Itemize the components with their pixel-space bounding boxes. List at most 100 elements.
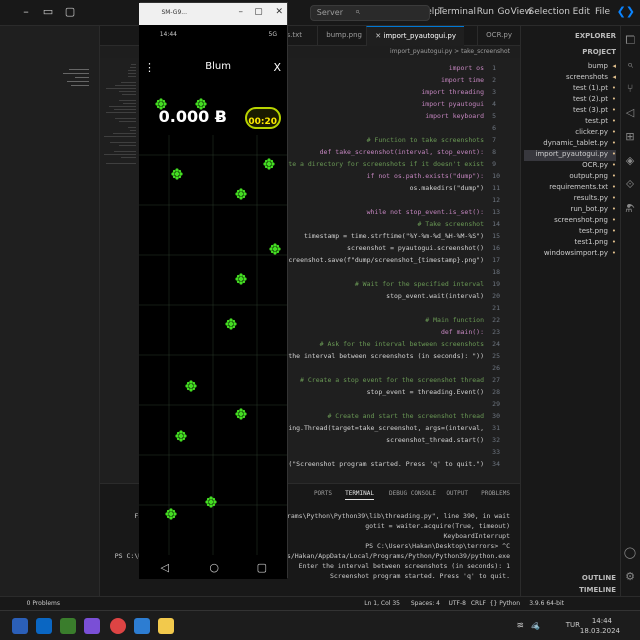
windows-start-icon[interactable] [12,618,28,634]
blum-drop-icon[interactable] [235,270,247,285]
tab-debug-console[interactable]: DEBUG CONSOLE [389,490,436,497]
folder-icon[interactable] [158,618,174,634]
explorer-item[interactable]: •test.pt [585,117,616,128]
terminal-line: KeyboardInterrupt [443,532,510,540]
explorer-item[interactable]: ▸bump [588,62,616,73]
status-cursor[interactable]: Ln 1, Col 35 [364,600,400,607]
explorer-icon[interactable]: ❐ [623,34,637,48]
tab-ports[interactable]: PORTS [314,490,332,497]
tab-import-pyautogui[interactable]: import_pyautogui.py ✕ [366,26,464,46]
back-button[interactable]: ◁ [161,561,169,574]
home-button[interactable]: ○ [209,561,219,574]
outline-section[interactable]: OUTLINE [582,574,616,582]
taskbar-time[interactable]: 14:44 [592,617,612,625]
search-icon[interactable]: ⌕ [623,58,637,72]
line-number: 1 [492,64,496,72]
menu-edit[interactable]: Edit [573,7,590,17]
close-icon[interactable]: ✕ [275,7,283,17]
blum-drop-icon[interactable] [185,377,197,392]
blum-drop-icon[interactable] [205,493,217,508]
explorer-item[interactable]: •screenshot.png [554,216,616,227]
run-debug-icon[interactable]: ▷ [623,106,637,120]
blum-drop-icon[interactable] [225,315,237,330]
secondary-sidebar [0,26,100,596]
blum-drop-icon[interactable] [269,240,281,255]
explorer-item[interactable]: •output.png [569,172,616,183]
testing-icon[interactable]: ⚗ [623,202,637,216]
line-number: 15 [492,232,500,240]
layout-toggle-icon[interactable]: ▢ [60,5,80,21]
minimap[interactable] [100,58,140,483]
menu-terminal[interactable]: Terminal [438,7,476,17]
minimize-button[interactable]: – [16,5,36,21]
code-line: screenshot = pyautogui.screenshot() [315,244,484,252]
gear-icon[interactable]: ⚙ [623,570,637,584]
recent-apps-button[interactable]: ▢ [257,561,267,574]
explorer-item[interactable]: ▸screenshots [566,73,616,84]
blum-drop-icon[interactable] [235,405,247,420]
remote-icon[interactable]: ⟐ [623,178,637,192]
minimize-icon[interactable]: – [239,7,244,17]
blum-drop-icon[interactable] [235,185,247,200]
tab-problems[interactable]: PROBLEMS [481,490,510,497]
edge-icon[interactable] [134,618,150,634]
status-problems[interactable]: 0 Problems [27,600,60,607]
tab-terminal[interactable]: TERMINAL [345,490,374,500]
explorer-item[interactable]: •test (2).pt [573,95,616,106]
blum-drop-icon[interactable] [195,95,207,110]
blum-drop-icon[interactable] [155,95,167,110]
blum-drop-icon[interactable] [171,165,183,180]
line-number: 19 [492,280,500,288]
explorer-item[interactable]: •run_bot.py [570,205,616,216]
extensions-icon[interactable]: ⊞ [623,130,637,144]
explorer-item[interactable]: •test (3).pt [573,106,616,117]
tab-bump-png[interactable]: bump.png [317,26,370,46]
blum-drop-icon[interactable] [263,155,275,170]
menu-go[interactable]: Go [498,7,510,17]
explorer-item[interactable]: •test.png [579,227,616,238]
wifi-icon[interactable]: ≋ [516,621,524,631]
account-icon[interactable]: ◯ [623,546,637,560]
status-encoding[interactable]: UTF-8 [449,600,467,607]
taskbar-date[interactable]: 18.03.2024 [580,627,620,635]
volume-icon[interactable]: 🔈 [529,621,540,631]
explorer-item[interactable]: •windowsimport.py [544,249,616,260]
explorer-item[interactable]: •import_pyautogui.py [524,150,616,161]
tab-ocr[interactable]: OCR.py [477,26,520,46]
maximize-icon[interactable]: ▢ [254,7,263,17]
status-indent[interactable]: Spaces: 4 [411,600,440,607]
phone-mirror-window[interactable]: ✕ ▢ – SM-G9... 14:44 5G X Blum ⋮ 00:20 0… [139,2,288,579]
blum-game-area[interactable]: 14:44 5G X Blum ⋮ 00:20 0.000 Ƀ [139,25,287,557]
taskbar-lang[interactable]: TUR [566,621,580,629]
vscode-icon[interactable] [36,618,52,634]
menu-view[interactable]: View [511,7,532,17]
tab-output[interactable]: OUTPUT [446,490,468,497]
code-line: import keyboard [425,112,484,120]
status-language[interactable]: {} Python [490,600,520,607]
explorer-item[interactable]: •test (1).pt [573,84,616,95]
menu-selection[interactable]: Selection [529,7,570,17]
project-folder-header[interactable]: PROJECT [582,48,616,56]
explorer-item[interactable]: •requirements.txt [549,183,616,194]
command-center-search[interactable]: Server ⌕ [310,5,430,21]
app-icon[interactable] [84,618,100,634]
explorer-item[interactable]: •OCR.py [582,161,616,172]
timeline-section[interactable]: TIMELINE [579,586,616,594]
status-eol[interactable]: CRLF [471,600,486,607]
explorer-item[interactable]: •clicker.py [575,128,616,139]
explorer-item[interactable]: •dynamic_tablet.py [543,139,616,150]
menu-run[interactable]: Run [477,7,494,17]
explorer-item[interactable]: •results.py [574,194,616,205]
layout-panel-icon[interactable]: ▭ [38,5,58,21]
explorer-item[interactable]: •test1.png [575,238,616,249]
android-icon[interactable] [60,618,76,634]
more-menu-icon[interactable]: ⋮ [144,61,155,74]
source-control-icon[interactable]: ⑂ [623,82,637,96]
chrome-icon[interactable] [110,618,126,634]
python-icon[interactable]: ◈ [623,154,637,168]
blum-drop-icon[interactable] [175,427,187,442]
blum-drop-icon[interactable] [165,505,177,520]
status-interpreter[interactable]: 3.9.6 64-bit [529,600,564,607]
close-icon[interactable]: X [273,61,281,74]
menu-file[interactable]: File [595,7,610,17]
